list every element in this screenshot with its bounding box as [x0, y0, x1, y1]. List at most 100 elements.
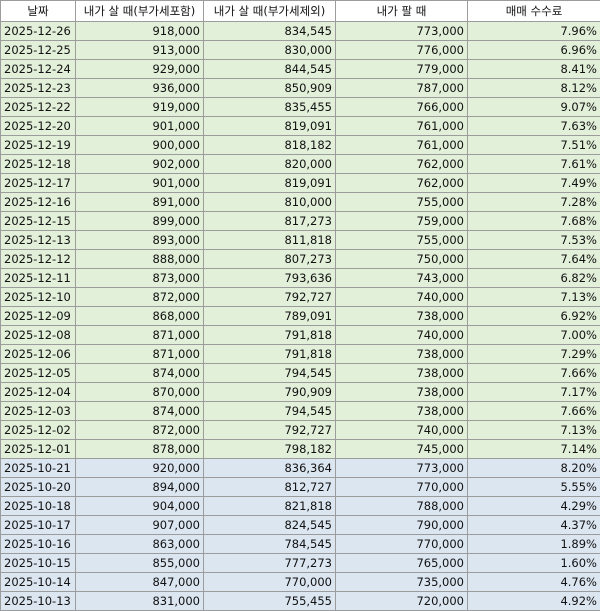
cell-buy-excl-vat[interactable]: 791,818: [204, 345, 336, 364]
cell-date[interactable]: 2025-10-18: [1, 497, 76, 516]
cell-buy-incl-vat[interactable]: 929,000: [76, 60, 204, 79]
cell-buy-excl-vat[interactable]: 835,455: [204, 98, 336, 117]
cell-fee[interactable]: 7.29%: [468, 345, 600, 364]
cell-buy-excl-vat[interactable]: 819,091: [204, 117, 336, 136]
cell-buy-excl-vat[interactable]: 824,545: [204, 516, 336, 535]
cell-fee[interactable]: 8.12%: [468, 79, 600, 98]
cell-buy-incl-vat[interactable]: 920,000: [76, 459, 204, 478]
cell-sell[interactable]: 743,000: [336, 269, 468, 288]
cell-buy-incl-vat[interactable]: 872,000: [76, 421, 204, 440]
cell-buy-excl-vat[interactable]: 807,273: [204, 250, 336, 269]
cell-sell[interactable]: 755,000: [336, 231, 468, 250]
cell-fee[interactable]: 7.66%: [468, 402, 600, 421]
cell-buy-excl-vat[interactable]: 789,091: [204, 307, 336, 326]
cell-buy-incl-vat[interactable]: 871,000: [76, 345, 204, 364]
cell-sell[interactable]: 779,000: [336, 60, 468, 79]
cell-buy-excl-vat[interactable]: 844,545: [204, 60, 336, 79]
cell-date[interactable]: 2025-10-21: [1, 459, 76, 478]
cell-date[interactable]: 2025-10-16: [1, 535, 76, 554]
cell-sell[interactable]: 759,000: [336, 212, 468, 231]
cell-buy-excl-vat[interactable]: 830,000: [204, 41, 336, 60]
cell-buy-incl-vat[interactable]: 936,000: [76, 79, 204, 98]
cell-sell[interactable]: 788,000: [336, 497, 468, 516]
cell-buy-incl-vat[interactable]: 902,000: [76, 155, 204, 174]
cell-buy-incl-vat[interactable]: 907,000: [76, 516, 204, 535]
cell-sell[interactable]: 740,000: [336, 421, 468, 440]
cell-sell[interactable]: 735,000: [336, 573, 468, 592]
cell-fee[interactable]: 7.13%: [468, 288, 600, 307]
cell-sell[interactable]: 762,000: [336, 155, 468, 174]
cell-date[interactable]: 2025-12-05: [1, 364, 76, 383]
cell-buy-excl-vat[interactable]: 794,545: [204, 402, 336, 421]
cell-fee[interactable]: 7.28%: [468, 193, 600, 212]
cell-buy-excl-vat[interactable]: 792,727: [204, 288, 336, 307]
cell-sell[interactable]: 738,000: [336, 307, 468, 326]
cell-fee[interactable]: 8.41%: [468, 60, 600, 79]
cell-buy-incl-vat[interactable]: 873,000: [76, 269, 204, 288]
cell-buy-incl-vat[interactable]: 913,000: [76, 41, 204, 60]
header-buy-excl-vat[interactable]: 내가 살 때(부가세제외): [204, 1, 336, 22]
cell-date[interactable]: 2025-12-11: [1, 269, 76, 288]
cell-buy-incl-vat[interactable]: 863,000: [76, 535, 204, 554]
cell-buy-incl-vat[interactable]: 847,000: [76, 573, 204, 592]
cell-sell[interactable]: 745,000: [336, 440, 468, 459]
cell-sell[interactable]: 761,000: [336, 136, 468, 155]
cell-date[interactable]: 2025-12-25: [1, 41, 76, 60]
cell-fee[interactable]: 7.17%: [468, 383, 600, 402]
cell-buy-excl-vat[interactable]: 821,818: [204, 497, 336, 516]
cell-buy-incl-vat[interactable]: 891,000: [76, 193, 204, 212]
cell-buy-incl-vat[interactable]: 855,000: [76, 554, 204, 573]
cell-fee[interactable]: 6.82%: [468, 269, 600, 288]
cell-sell[interactable]: 740,000: [336, 288, 468, 307]
cell-buy-incl-vat[interactable]: 901,000: [76, 117, 204, 136]
cell-sell[interactable]: 738,000: [336, 364, 468, 383]
cell-fee[interactable]: 7.68%: [468, 212, 600, 231]
cell-sell[interactable]: 765,000: [336, 554, 468, 573]
cell-date[interactable]: 2025-12-20: [1, 117, 76, 136]
cell-sell[interactable]: 776,000: [336, 41, 468, 60]
cell-buy-incl-vat[interactable]: 899,000: [76, 212, 204, 231]
cell-date[interactable]: 2025-12-03: [1, 402, 76, 421]
cell-sell[interactable]: 738,000: [336, 402, 468, 421]
cell-buy-excl-vat[interactable]: 777,273: [204, 554, 336, 573]
cell-buy-incl-vat[interactable]: 904,000: [76, 497, 204, 516]
cell-fee[interactable]: 7.96%: [468, 22, 600, 41]
cell-date[interactable]: 2025-12-02: [1, 421, 76, 440]
cell-date[interactable]: 2025-10-20: [1, 478, 76, 497]
cell-date[interactable]: 2025-12-08: [1, 326, 76, 345]
header-date[interactable]: 날짜: [1, 1, 76, 22]
cell-fee[interactable]: 7.64%: [468, 250, 600, 269]
header-sell[interactable]: 내가 팔 때: [336, 1, 468, 22]
cell-fee[interactable]: 6.92%: [468, 307, 600, 326]
cell-date[interactable]: 2025-12-16: [1, 193, 76, 212]
cell-fee[interactable]: 7.14%: [468, 440, 600, 459]
cell-fee[interactable]: 7.00%: [468, 326, 600, 345]
cell-sell[interactable]: 770,000: [336, 535, 468, 554]
cell-buy-excl-vat[interactable]: 812,727: [204, 478, 336, 497]
cell-date[interactable]: 2025-12-19: [1, 136, 76, 155]
cell-sell[interactable]: 762,000: [336, 174, 468, 193]
cell-sell[interactable]: 787,000: [336, 79, 468, 98]
cell-date[interactable]: 2025-12-09: [1, 307, 76, 326]
cell-date[interactable]: 2025-12-22: [1, 98, 76, 117]
cell-fee[interactable]: 7.51%: [468, 136, 600, 155]
cell-date[interactable]: 2025-12-17: [1, 174, 76, 193]
cell-sell[interactable]: 766,000: [336, 98, 468, 117]
cell-date[interactable]: 2025-12-06: [1, 345, 76, 364]
cell-sell[interactable]: 770,000: [336, 478, 468, 497]
cell-fee[interactable]: 4.92%: [468, 592, 600, 611]
cell-date[interactable]: 2025-12-15: [1, 212, 76, 231]
cell-buy-incl-vat[interactable]: 900,000: [76, 136, 204, 155]
cell-buy-incl-vat[interactable]: 868,000: [76, 307, 204, 326]
cell-fee[interactable]: 4.37%: [468, 516, 600, 535]
cell-fee[interactable]: 7.13%: [468, 421, 600, 440]
cell-buy-excl-vat[interactable]: 790,909: [204, 383, 336, 402]
cell-date[interactable]: 2025-10-14: [1, 573, 76, 592]
cell-sell[interactable]: 750,000: [336, 250, 468, 269]
cell-date[interactable]: 2025-10-13: [1, 592, 76, 611]
cell-sell[interactable]: 738,000: [336, 383, 468, 402]
cell-buy-incl-vat[interactable]: 918,000: [76, 22, 204, 41]
cell-buy-incl-vat[interactable]: 888,000: [76, 250, 204, 269]
cell-date[interactable]: 2025-12-24: [1, 60, 76, 79]
cell-buy-incl-vat[interactable]: 894,000: [76, 478, 204, 497]
